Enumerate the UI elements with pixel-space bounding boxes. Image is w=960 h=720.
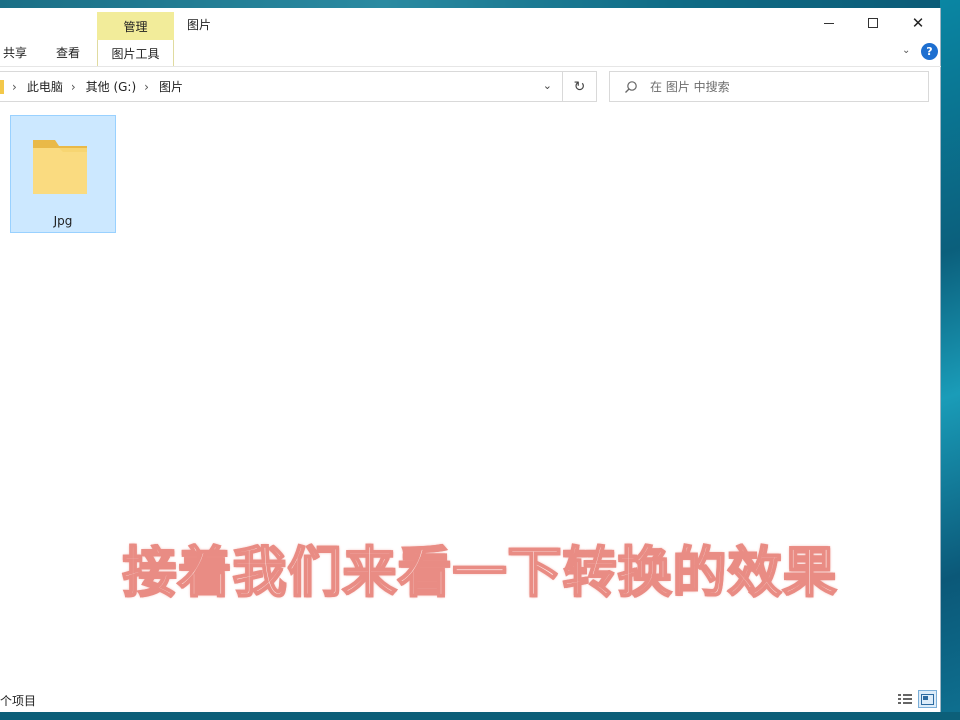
maximize-button[interactable] [850,8,896,38]
folder-item-jpg[interactable]: Jpg [10,115,116,233]
search-icon [625,80,637,93]
tab-manage[interactable]: 管理 [97,12,174,40]
tab-share[interactable]: 共享 [3,44,27,61]
video-subtitle-caption: 接着我们来看一下转换的效果 [122,540,838,605]
search-input[interactable]: 在 图片 中搜索 [609,71,929,102]
ribbon-divider [0,66,941,67]
details-view-icon[interactable] [897,692,913,706]
tab-view[interactable]: 查看 [56,44,80,61]
refresh-button[interactable]: ↻ [563,71,597,102]
window-title: 图片 [187,18,212,32]
expand-ribbon-chevron-icon[interactable]: ⌄ [902,45,910,56]
folder-name: Jpg [53,214,73,228]
title-bar: 管理 图片 ✕ [0,8,941,40]
address-dropdown-chevron-icon[interactable]: ⌄ [543,79,552,92]
search-placeholder: 在 图片 中搜索 [650,80,730,94]
folder-icon [33,140,87,194]
breadcrumb-separator-icon[interactable]: › [71,80,76,94]
breadcrumb-separator-icon[interactable]: › [12,80,17,94]
minimize-button[interactable] [806,8,852,38]
breadcrumb-drive[interactable]: 其他 (G:) [86,78,137,95]
status-item-count: 个项目 [0,694,37,708]
breadcrumb-separator-icon[interactable]: › [144,80,149,94]
address-bar[interactable]: › 此电脑 › 其他 (G:) › 图片 ⌄ [0,71,563,102]
close-icon: ✕ [911,14,925,32]
desktop-background-bottom [0,712,960,720]
help-icon[interactable]: ? [921,43,938,60]
ribbon-tabs: 共享 查看 图片工具 ⌄ ? [0,40,941,66]
minimize-icon [824,22,834,24]
desktop-background [940,0,960,720]
breadcrumb-this-pc[interactable]: 此电脑 [27,78,63,95]
folder-icon [0,79,4,94]
large-icons-view-icon [921,693,934,705]
refresh-icon: ↻ [573,78,586,95]
tab-picture-tools[interactable]: 图片工具 [97,40,174,66]
close-button[interactable]: ✕ [895,8,941,38]
maximize-icon [868,18,878,28]
status-bar: 个项目 [0,688,941,712]
breadcrumb-pictures[interactable]: 图片 [159,78,183,95]
large-icons-view-button[interactable] [918,690,937,708]
